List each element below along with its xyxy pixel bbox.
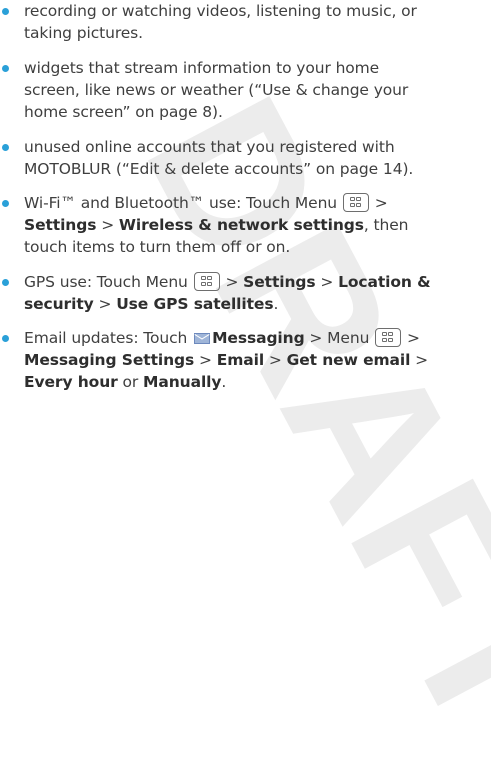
settings-label: Settings	[24, 216, 97, 234]
menu-icon	[342, 193, 369, 212]
list-item-text: unused online accounts that you register…	[24, 136, 485, 180]
messaging-label: Messaging	[212, 329, 305, 347]
bullet-icon	[2, 335, 9, 342]
mail-icon	[194, 333, 211, 344]
get-new-email-label: Get new email	[286, 351, 411, 369]
settings-label: Settings	[243, 273, 316, 291]
text-line: recording or watching videos, listening …	[24, 2, 417, 20]
email-label: Email	[216, 351, 265, 369]
text-line: home screen” on page 8).	[24, 103, 223, 121]
bullet-icon	[2, 279, 9, 286]
location-label: Location &	[338, 273, 431, 291]
every-hour-label: Every hour	[24, 373, 118, 391]
wireless-settings-label: Wireless & network settings	[118, 216, 364, 234]
list-item-text: widgets that stream information to your …	[24, 57, 485, 123]
bullet-icon	[2, 8, 9, 15]
text-line: widgets that stream information to your …	[24, 59, 380, 77]
text-line: screen, like news or weather (“Use & cha…	[24, 81, 409, 99]
list-item-text: Email updates: Touch Messaging > Menu > …	[24, 328, 429, 391]
bullet-icon	[2, 200, 9, 207]
list-item-text: GPS use: Touch Menu > Settings > Locatio…	[24, 272, 431, 313]
text-line: taking pictures.	[24, 24, 143, 42]
bullet-icon	[2, 144, 9, 151]
text-line: unused online accounts that you register…	[24, 138, 395, 156]
manually-label: Manually	[143, 373, 222, 391]
list-item-text: Wi-Fi™ and Bluetooth™ use: Touch Menu > …	[24, 193, 409, 256]
list-item-text: recording or watching videos, listening …	[24, 0, 485, 44]
bullet-icon	[2, 65, 9, 72]
menu-icon	[375, 328, 402, 347]
menu-icon	[193, 272, 220, 291]
security-label: security	[24, 295, 94, 313]
use-gps-label: Use GPS satellites	[116, 295, 274, 313]
text-line: MOTOBLUR (“Edit & delete accounts” on pa…	[24, 160, 414, 178]
messaging-settings-label: Messaging Settings	[24, 351, 195, 369]
